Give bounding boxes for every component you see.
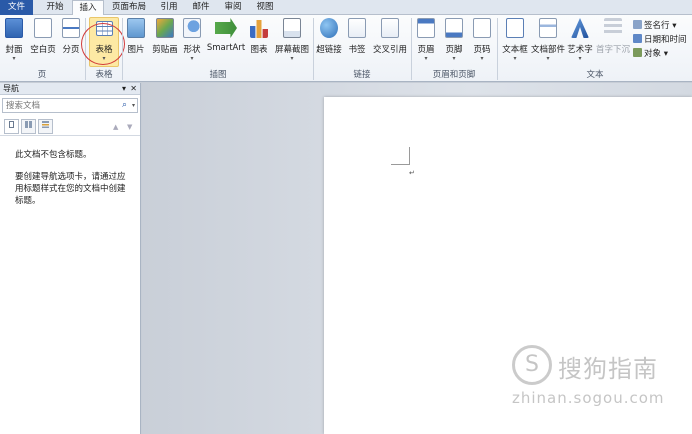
shapes-button[interactable]: 形状 ▾ bbox=[181, 18, 203, 62]
signature-line-icon bbox=[633, 20, 642, 29]
footer-button[interactable]: 页脚 ▾ bbox=[442, 18, 466, 62]
annotation-circle bbox=[81, 23, 125, 65]
group-label-tables: 表格 bbox=[95, 70, 113, 80]
group-label-pages: 页 bbox=[37, 70, 47, 80]
object-icon bbox=[633, 48, 642, 57]
smartart-icon bbox=[215, 18, 237, 38]
screenshot-button[interactable]: 屏幕截图 ▾ bbox=[273, 18, 311, 62]
tab-review[interactable]: 审阅 bbox=[220, 0, 246, 15]
wordart-icon bbox=[571, 18, 589, 38]
watermark-name: 搜狗指南 bbox=[558, 355, 658, 383]
navigation-pane-header: 导航 ▾ ✕ bbox=[0, 83, 140, 95]
drop-cap-button[interactable]: 首字下沉 bbox=[595, 18, 631, 55]
next-heading-icon[interactable]: ▼ bbox=[127, 123, 132, 131]
screenshot-icon bbox=[283, 18, 301, 38]
no-headings-message: 此文档不包含标题。 bbox=[15, 150, 92, 160]
tab-pages-view[interactable] bbox=[21, 119, 36, 134]
cover-button[interactable]: 封面 ▾ bbox=[3, 18, 25, 62]
clip-art-icon bbox=[156, 18, 174, 38]
cross-reference-icon bbox=[381, 18, 399, 38]
search-icon[interactable]: ⌕ bbox=[122, 99, 127, 112]
navigation-pane-title: 导航 bbox=[3, 84, 19, 93]
text-box-button[interactable]: 文本框 ▾ bbox=[500, 18, 530, 62]
margin-crop-mark bbox=[409, 147, 410, 165]
blank-page-icon bbox=[34, 18, 52, 38]
tab-references[interactable]: 引用 bbox=[156, 0, 182, 15]
tab-file[interactable]: 文件 bbox=[0, 0, 33, 15]
picture-button[interactable]: 图片 bbox=[124, 18, 148, 55]
tab-headings-view[interactable] bbox=[4, 119, 19, 134]
tab-results-view[interactable] bbox=[38, 119, 53, 134]
tab-home[interactable]: 开始 bbox=[40, 0, 70, 15]
picture-icon bbox=[127, 18, 145, 38]
create-headings-hint: 要创建导航选项卡，请通过应用标题样式在您的文档中创建标题。 bbox=[15, 172, 126, 206]
search-results-icon bbox=[42, 121, 49, 128]
drop-cap-icon bbox=[604, 18, 622, 38]
page-number-button[interactable]: 页码 ▾ bbox=[470, 18, 494, 62]
group-label-header-footer: 页眉和页脚 bbox=[432, 70, 476, 80]
chart-icon bbox=[250, 20, 268, 38]
calendar-icon bbox=[633, 34, 642, 43]
watermark-url: zhinan.sogou.com bbox=[512, 389, 665, 407]
object-button[interactable]: 对象 ▾ bbox=[633, 47, 668, 59]
tab-page-layout[interactable]: 页面布局 bbox=[108, 0, 150, 15]
margin-crop-mark bbox=[391, 164, 409, 165]
ribbon-insert: 封面 ▾ 空白页 分页 页 表格 ▾ 表格 图片 剪贴画 形状 ▾ SmartA… bbox=[0, 15, 692, 82]
bookmark-button[interactable]: 书签 bbox=[345, 18, 369, 55]
chevron-down-icon[interactable]: ▾ bbox=[132, 99, 135, 112]
divider bbox=[0, 135, 140, 136]
blank-page-button[interactable]: 空白页 bbox=[28, 18, 58, 55]
globe-link-icon bbox=[320, 18, 338, 38]
header-icon bbox=[417, 18, 435, 38]
cross-reference-button[interactable]: 交叉引用 bbox=[371, 18, 409, 55]
clip-art-button[interactable]: 剪贴画 bbox=[150, 18, 180, 55]
page-break-icon bbox=[62, 18, 80, 38]
paragraph-mark: ↵ bbox=[409, 169, 415, 177]
group-label-illustrations: 插图 bbox=[209, 70, 227, 80]
date-time-button[interactable]: 日期和时间 bbox=[633, 33, 687, 45]
header-button[interactable]: 页眉 ▾ bbox=[414, 18, 438, 62]
wordart-button[interactable]: 艺术字 ▾ bbox=[566, 18, 594, 62]
search-box: ⌕ ▾ bbox=[2, 98, 138, 113]
chart-button[interactable]: 图表 bbox=[248, 18, 270, 55]
quick-parts-icon bbox=[539, 18, 557, 38]
tab-mailings[interactable]: 邮件 bbox=[188, 0, 214, 15]
pane-options-icon[interactable]: ▾ bbox=[122, 83, 126, 95]
quick-parts-button[interactable]: 文档部件 ▾ bbox=[531, 18, 565, 62]
sogou-logo-icon: S bbox=[512, 345, 552, 385]
smartart-button[interactable]: SmartArt bbox=[206, 18, 246, 53]
shapes-icon bbox=[183, 18, 201, 38]
ribbon-tab-bar: 文件 开始 插入 页面布局 引用 邮件 审阅 视图 bbox=[0, 0, 692, 16]
cover-page-icon bbox=[5, 18, 23, 38]
group-label-links: 链接 bbox=[353, 70, 371, 80]
page-break-button[interactable]: 分页 bbox=[60, 18, 82, 55]
signature-line-button[interactable]: 签名行 ▾ bbox=[633, 19, 677, 31]
headings-icon bbox=[9, 121, 14, 128]
bookmark-icon bbox=[348, 18, 366, 38]
pages-thumbnail-icon bbox=[25, 121, 32, 128]
previous-heading-icon[interactable]: ▲ bbox=[113, 123, 118, 131]
hyperlink-button[interactable]: 超链接 bbox=[315, 18, 343, 55]
footer-icon bbox=[445, 18, 463, 38]
tab-view[interactable]: 视图 bbox=[252, 0, 278, 15]
page-number-icon bbox=[473, 18, 491, 38]
close-icon[interactable]: ✕ bbox=[130, 83, 137, 95]
text-box-icon bbox=[506, 18, 524, 38]
group-label-text: 文本 bbox=[586, 70, 604, 80]
navigation-pane: 导航 ▾ ✕ ⌕ ▾ ▲ ▼ 此文档不包含标题。 要创建导航选项卡，请通过应用标… bbox=[0, 83, 141, 434]
tab-insert[interactable]: 插入 bbox=[72, 0, 104, 16]
search-input[interactable] bbox=[3, 99, 113, 112]
